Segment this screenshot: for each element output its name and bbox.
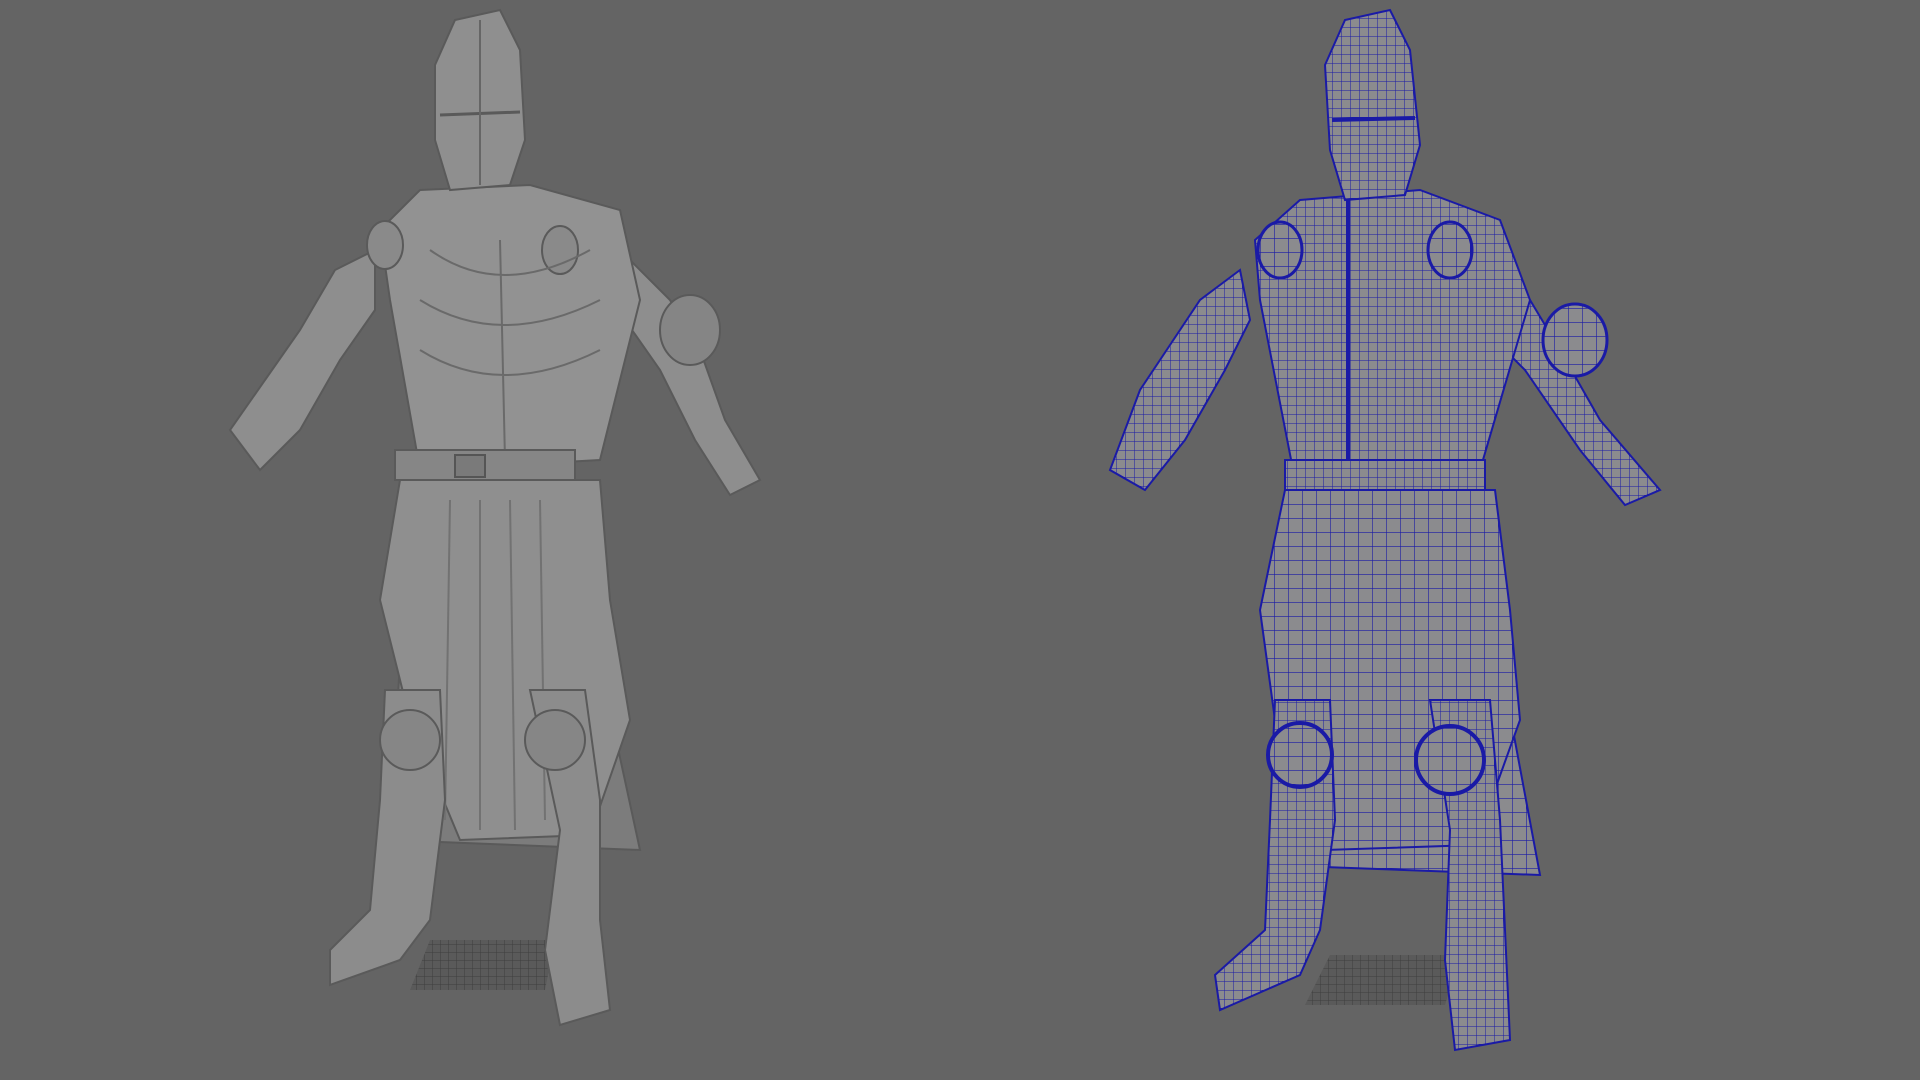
elbow-guard-right (659, 294, 721, 366)
knee-guard-left-b (1266, 721, 1334, 789)
knight-wireframe-model[interactable] (1108, 8, 1662, 1052)
ground-grid-right (1305, 955, 1460, 1005)
arm-left-a (228, 248, 376, 472)
belt-buckle-left (454, 454, 486, 478)
3d-viewport[interactable] (0, 0, 1920, 1080)
belt-right (1284, 459, 1486, 491)
viewport-scene (228, 8, 1662, 1052)
knee-guard-right-b (1414, 724, 1486, 796)
rondel-left-b (1256, 220, 1304, 280)
helmet-right (1323, 8, 1422, 202)
rondel-left (366, 220, 404, 270)
ground-grid-left (410, 940, 555, 990)
helmet-visor-right (1331, 116, 1416, 122)
knee-guard-left-a (379, 709, 441, 771)
rondel-right-b (1426, 220, 1474, 280)
arm-left-b (1108, 268, 1252, 492)
rondel-right (541, 225, 579, 275)
elbow-guard-right-b (1541, 302, 1609, 378)
knight-shaded-model[interactable] (228, 8, 762, 1027)
torso-left (378, 183, 642, 472)
knee-guard-right-a (524, 709, 586, 771)
